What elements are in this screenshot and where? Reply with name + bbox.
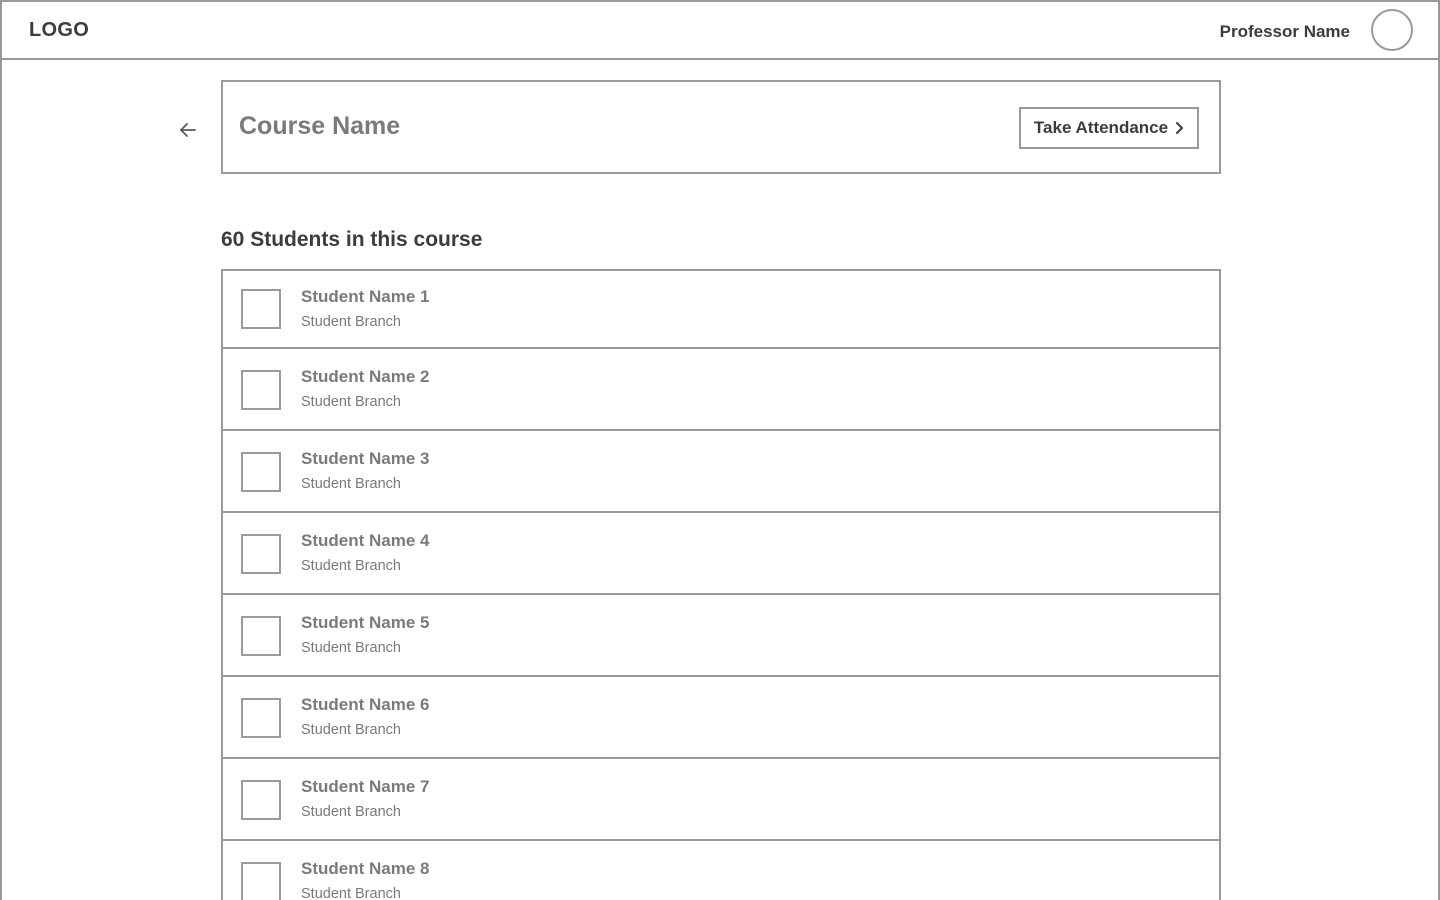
student-checkbox[interactable] (241, 780, 281, 820)
student-branch: Student Branch (301, 314, 401, 330)
student-branch: Student Branch (301, 476, 401, 492)
course-title: Course Name (239, 112, 401, 140)
top-bar: LOGO Professor Name (2, 2, 1438, 60)
take-attendance-label: Take Attendance (1033, 118, 1169, 137)
student-name: Student Name 5 (301, 613, 430, 632)
professor-name[interactable]: Professor Name (1220, 22, 1350, 42)
student-checkbox[interactable] (241, 698, 281, 738)
list-item: Student Name 4 Student Branch (223, 513, 1219, 595)
student-name: Student Name 1 (301, 287, 430, 306)
avatar[interactable] (1371, 9, 1413, 51)
student-checkbox[interactable] (241, 862, 281, 900)
student-name: Student Name 4 (301, 531, 430, 550)
student-checkbox[interactable] (241, 534, 281, 574)
student-branch: Student Branch (301, 640, 401, 656)
student-list: Student Name 1 Student Branch Student Na… (221, 269, 1221, 900)
student-checkbox[interactable] (241, 452, 281, 492)
course-header-card: Course Name Take Attendance (221, 80, 1221, 174)
student-checkbox[interactable] (241, 289, 281, 329)
student-name: Student Name 8 (301, 859, 430, 878)
list-item: Student Name 2 Student Branch (223, 349, 1219, 431)
logo[interactable]: LOGO (29, 19, 89, 42)
chevron-right-icon (1174, 121, 1184, 135)
student-branch: Student Branch (301, 722, 401, 738)
student-checkbox[interactable] (241, 370, 281, 410)
student-count-heading: 60 Students in this course (221, 228, 483, 251)
list-item: Student Name 1 Student Branch (223, 271, 1219, 349)
back-arrow-icon[interactable] (176, 118, 200, 142)
list-item: Student Name 5 Student Branch (223, 595, 1219, 677)
student-branch: Student Branch (301, 558, 401, 574)
student-name: Student Name 2 (301, 367, 430, 386)
student-branch: Student Branch (301, 804, 401, 820)
student-branch: Student Branch (301, 886, 401, 900)
student-branch: Student Branch (301, 394, 401, 410)
list-item: Student Name 6 Student Branch (223, 677, 1219, 759)
student-name: Student Name 7 (301, 777, 430, 796)
student-name: Student Name 6 (301, 695, 430, 714)
app-frame: LOGO Professor Name Course Name Take Att… (0, 0, 1440, 900)
student-name: Student Name 3 (301, 449, 430, 468)
list-item: Student Name 3 Student Branch (223, 431, 1219, 513)
student-checkbox[interactable] (241, 616, 281, 656)
take-attendance-button[interactable]: Take Attendance (1019, 107, 1199, 149)
list-item: Student Name 7 Student Branch (223, 759, 1219, 841)
list-item: Student Name 8 Student Branch (223, 841, 1219, 900)
